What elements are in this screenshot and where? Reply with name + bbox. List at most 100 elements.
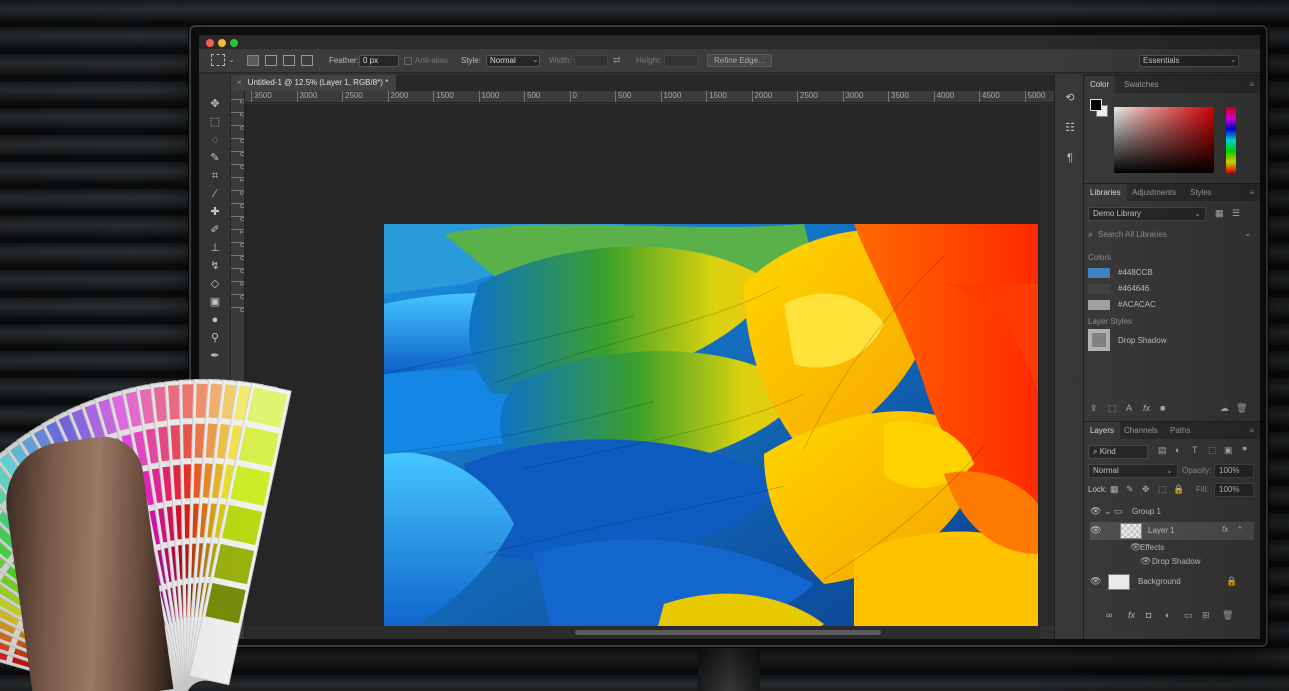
add-selection-icon[interactable] bbox=[265, 55, 277, 66]
brush-tool-icon[interactable]: ✐ bbox=[205, 221, 225, 239]
maximize-window-button[interactable] bbox=[230, 39, 238, 47]
add-graphic-icon[interactable]: ⬚ bbox=[1108, 403, 1117, 414]
history-brush-tool-icon[interactable]: ↯ bbox=[205, 257, 225, 275]
height-input[interactable] bbox=[664, 55, 698, 67]
anti-alias-checkbox[interactable] bbox=[404, 57, 412, 65]
trash-icon[interactable]: 🗑 bbox=[1236, 403, 1247, 414]
feather-input[interactable]: 0 px bbox=[359, 55, 399, 67]
color-swatch-blue[interactable] bbox=[1088, 268, 1110, 278]
layer-row-background[interactable]: 👁 Background 🔒 bbox=[1090, 573, 1254, 591]
adjustment-layer-icon[interactable]: ◐ bbox=[1165, 610, 1170, 620]
library-search-input[interactable]: Search All Libraries bbox=[1098, 230, 1167, 240]
text-style-icon[interactable]: A bbox=[1126, 403, 1132, 413]
fill-input[interactable]: 100% bbox=[1214, 483, 1254, 497]
close-window-button[interactable] bbox=[206, 39, 214, 47]
properties-icon[interactable]: ☷ bbox=[1063, 121, 1077, 135]
refine-edge-button[interactable]: Refine Edge... bbox=[707, 54, 772, 67]
grid-view-icon[interactable]: ▦ bbox=[1215, 208, 1224, 219]
history-icon[interactable]: ⟲ bbox=[1063, 91, 1077, 105]
eraser-tool-icon[interactable]: ◇ bbox=[205, 275, 225, 293]
tab-swatches[interactable]: Swatches bbox=[1118, 76, 1165, 94]
fx-icon[interactable]: fx bbox=[1143, 403, 1150, 413]
dodge-tool-icon[interactable]: ⚲ bbox=[205, 329, 225, 347]
lock-position-icon[interactable]: ✥ bbox=[1142, 484, 1150, 495]
panel-menu-icon[interactable]: ≡ bbox=[1249, 188, 1254, 197]
upload-icon[interactable]: ⇪ bbox=[1090, 403, 1098, 414]
layer-effects-row[interactable]: 👁 Effects bbox=[1090, 541, 1254, 555]
adjustment-filter-icon[interactable]: ◐ bbox=[1175, 445, 1180, 455]
blend-mode-select[interactable]: Normal ⌄ bbox=[1088, 464, 1178, 478]
chevron-up-icon[interactable]: ⌃ bbox=[1236, 525, 1244, 536]
layer-row-group[interactable]: 👁 ⌄ ▭ Group 1 bbox=[1090, 503, 1254, 521]
list-view-icon[interactable]: ☰ bbox=[1232, 208, 1240, 219]
horizontal-scrollbar[interactable] bbox=[245, 626, 1040, 639]
smart-object-filter-icon[interactable]: ▣ bbox=[1224, 445, 1233, 456]
delete-layer-icon[interactable]: 🗑 bbox=[1222, 610, 1233, 621]
visibility-eye-icon[interactable]: 👁 bbox=[1140, 556, 1151, 567]
color-swatch-dark-gray[interactable] bbox=[1088, 284, 1110, 294]
new-group-icon[interactable]: ▭ bbox=[1184, 610, 1193, 621]
visibility-eye-icon[interactable]: 👁 bbox=[1090, 506, 1101, 517]
clone-stamp-tool-icon[interactable]: ⊥ bbox=[205, 239, 225, 257]
color-add-icon[interactable]: ■ bbox=[1160, 403, 1165, 413]
tab-layers[interactable]: Layers bbox=[1084, 422, 1121, 440]
tab-color[interactable]: Color bbox=[1084, 76, 1116, 94]
workspace-select[interactable]: Essentials bbox=[1139, 55, 1239, 67]
layer-row-layer1[interactable]: 👁 Layer 1 fx ⌃ bbox=[1090, 522, 1254, 540]
type-filter-icon[interactable]: T bbox=[1192, 445, 1198, 455]
minimize-window-button[interactable] bbox=[218, 39, 226, 47]
opacity-input[interactable]: 100% bbox=[1214, 464, 1254, 478]
hue-slider[interactable] bbox=[1226, 107, 1236, 173]
scroll-thumb[interactable] bbox=[575, 630, 881, 635]
visibility-eye-icon[interactable]: 👁 bbox=[1090, 576, 1101, 587]
filter-toggle-icon[interactable]: ● bbox=[1242, 443, 1247, 453]
lasso-tool-icon[interactable]: ◌ bbox=[205, 131, 225, 149]
document-tab[interactable]: × Untitled-1 @ 12.5% (Layer 1, RGB/8*) * bbox=[231, 75, 397, 91]
chevron-down-icon[interactable]: ⌄ bbox=[1244, 228, 1252, 239]
chevron-down-icon[interactable]: ⌄ bbox=[228, 55, 235, 65]
crop-tool-icon[interactable]: ⌗ bbox=[205, 167, 225, 185]
tab-adjustments[interactable]: Adjustments bbox=[1126, 184, 1182, 202]
eyedropper-tool-icon[interactable]: ⁄ bbox=[205, 185, 225, 203]
tab-styles[interactable]: Styles bbox=[1184, 184, 1218, 202]
pixel-filter-icon[interactable]: ▤ bbox=[1158, 445, 1167, 456]
move-tool-icon[interactable]: ✥ bbox=[205, 95, 225, 113]
panel-menu-icon[interactable]: ≡ bbox=[1249, 426, 1254, 435]
pen-tool-icon[interactable]: ✒ bbox=[205, 347, 225, 365]
subtract-selection-icon[interactable] bbox=[283, 55, 295, 66]
marquee-tool-icon[interactable] bbox=[211, 54, 225, 66]
color-swatch-light-gray[interactable] bbox=[1088, 300, 1110, 310]
feather-artwork-image[interactable] bbox=[384, 224, 1038, 639]
chevron-down-icon[interactable]: ⌄ bbox=[1104, 506, 1112, 517]
healing-brush-tool-icon[interactable]: ✚ bbox=[205, 203, 225, 221]
intersect-selection-icon[interactable] bbox=[301, 55, 313, 66]
gradient-tool-icon[interactable]: ▣ bbox=[205, 293, 225, 311]
new-selection-icon[interactable] bbox=[247, 55, 259, 66]
shape-filter-icon[interactable]: ⬚ bbox=[1208, 445, 1217, 456]
character-icon[interactable]: ¶ bbox=[1063, 151, 1077, 165]
drop-shadow-effect-row[interactable]: 👁 Drop Shadow bbox=[1090, 555, 1254, 569]
canvas-area[interactable] bbox=[245, 104, 1040, 639]
color-field[interactable] bbox=[1114, 107, 1214, 173]
artboard-icon[interactable]: ⬚ bbox=[1158, 484, 1167, 495]
link-layers-icon[interactable]: ∞ bbox=[1106, 610, 1112, 620]
cloud-icon[interactable]: ☁ bbox=[1220, 403, 1229, 414]
lock-all-icon[interactable]: 🔒 bbox=[1173, 484, 1184, 495]
add-mask-icon[interactable]: ◘ bbox=[1146, 610, 1151, 620]
swap-icon[interactable]: ⇄ bbox=[613, 55, 621, 65]
lock-pixels-icon[interactable]: ✎ bbox=[1126, 484, 1134, 495]
tab-close-icon[interactable]: × bbox=[237, 78, 242, 87]
width-input[interactable] bbox=[574, 55, 608, 67]
drop-shadow-style-thumb[interactable] bbox=[1088, 329, 1110, 351]
tab-paths[interactable]: Paths bbox=[1164, 422, 1196, 440]
panel-menu-icon[interactable]: ≡ bbox=[1249, 80, 1254, 89]
tab-libraries[interactable]: Libraries bbox=[1084, 184, 1127, 202]
blur-tool-icon[interactable]: ● bbox=[205, 311, 225, 329]
vertical-scrollbar[interactable] bbox=[1040, 104, 1054, 626]
lock-transparent-icon[interactable]: ▦ bbox=[1110, 484, 1119, 495]
library-select[interactable]: Demo Library ⌄ bbox=[1088, 207, 1206, 221]
foreground-color-swatch[interactable] bbox=[1090, 99, 1102, 111]
fx-badge[interactable]: fx bbox=[1222, 525, 1228, 535]
marquee-tool-icon[interactable]: ⬚ bbox=[205, 113, 225, 131]
tab-channels[interactable]: Channels bbox=[1118, 422, 1164, 440]
